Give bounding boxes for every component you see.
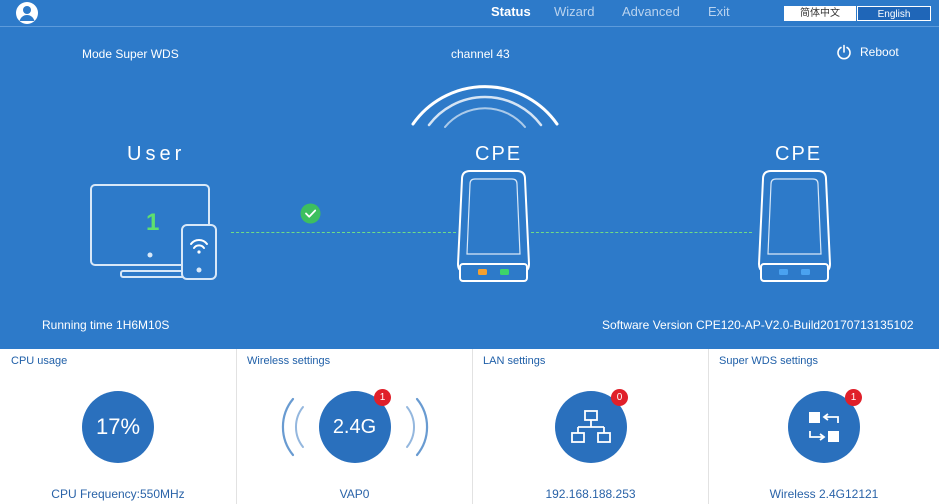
wds-wireless-name: Wireless 2.4G12121 (769, 487, 879, 501)
top-nav-bar: Status Wizard Advanced Exit 简体中文 English (0, 0, 939, 27)
cpe-label-local: CPE (475, 143, 523, 165)
lang-chinese-button[interactable]: 简体中文 (784, 6, 856, 21)
cpu-usage-title: CPU usage (11, 355, 68, 367)
link-line-cpe-cpe (531, 232, 752, 233)
cpu-usage-panel: CPU usage 17% CPU Frequency:550MHz (0, 349, 237, 504)
tab-advanced[interactable]: Advanced (622, 4, 680, 19)
wireless-vap-name: VAP0 (339, 487, 370, 501)
cpe-local-device-icon (456, 170, 531, 282)
software-version: Software Version CPE120-AP-V2.0-Build201… (602, 318, 914, 332)
wds-bridge-icon (809, 412, 839, 442)
cpe-remote-device-icon (757, 170, 832, 282)
wireless-settings-panel[interactable]: Wireless settings 2.4G 1 VAP0 (237, 349, 473, 504)
wireless-band-value: 2.4G (332, 415, 377, 438)
lan-settings-title: LAN settings (483, 355, 546, 367)
user-avatar-icon[interactable] (16, 2, 38, 24)
status-hero: Status Wizard Advanced Exit 简体中文 English… (0, 0, 939, 349)
tab-exit[interactable]: Exit (708, 4, 730, 19)
reboot-button[interactable]: Reboot (836, 44, 926, 62)
cpe-label-remote: CPE (775, 143, 823, 165)
settings-panels: CPU usage 17% CPU Frequency:550MHz Wirel… (0, 349, 939, 504)
power-icon (837, 44, 851, 60)
wireless-notification-badge: 1 (374, 389, 391, 406)
connected-check-icon (300, 203, 321, 224)
reboot-label: Reboot (860, 45, 899, 59)
channel-label: channel 43 (451, 47, 510, 61)
cpu-usage-circle: 17% (82, 391, 154, 463)
lan-ip-address: 192.168.188.253 (545, 487, 636, 501)
cpu-frequency: CPU Frequency:550MHz (51, 487, 185, 501)
mode-label: Mode Super WDS (82, 47, 179, 61)
running-time: Running time 1H6M10S (42, 318, 170, 332)
signal-waves-icon (411, 85, 559, 128)
link-line-user-cpe (231, 232, 456, 233)
lan-notification-badge: 0 (611, 389, 628, 406)
super-wds-settings-title: Super WDS settings (719, 355, 819, 367)
network-topology-icon (570, 410, 611, 443)
tab-status[interactable]: Status (491, 4, 531, 19)
super-wds-settings-panel[interactable]: Super WDS settings 1 Wireless 2.4G12121 (709, 349, 939, 504)
tab-wizard[interactable]: Wizard (554, 4, 594, 19)
user-count: 1 (146, 209, 160, 236)
user-label: User (127, 143, 186, 165)
wireless-settings-title: Wireless settings (247, 355, 331, 367)
lang-english-button[interactable]: English (857, 6, 931, 21)
cpu-usage-value: 17% (95, 414, 141, 439)
lan-settings-panel[interactable]: LAN settings 0 192.168.188.253 (473, 349, 709, 504)
wds-notification-badge: 1 (845, 389, 862, 406)
